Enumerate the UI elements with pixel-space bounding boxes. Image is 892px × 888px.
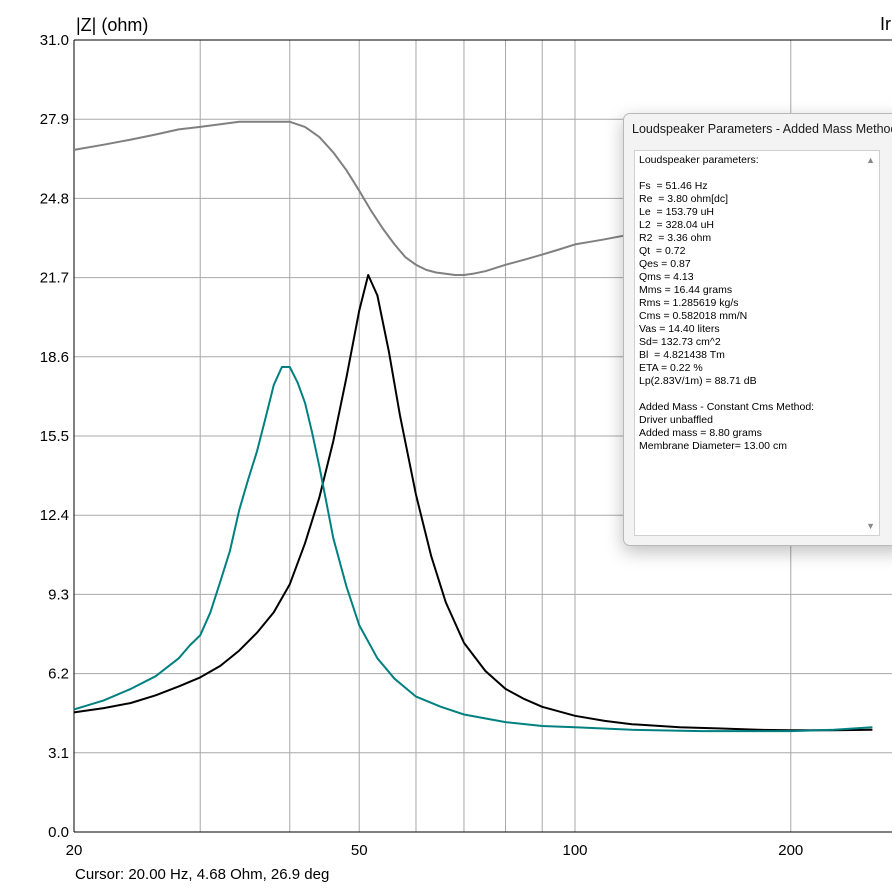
parameter-line: Rms = 1.285619 kg/s xyxy=(639,297,739,309)
loudspeaker-parameters-window[interactable]: Loudspeaker Parameters - Added Mass Meth… xyxy=(623,113,892,546)
parameter-line: Vas = 14.40 liters xyxy=(639,323,720,335)
parameter-line: Mms = 16.44 grams xyxy=(639,284,733,296)
parameter-line: Le = 153.79 uH xyxy=(639,206,715,218)
parameter-line: Qt = 0.72 xyxy=(639,245,686,257)
parameter-line: Sd= 132.73 cm^2 xyxy=(639,336,721,348)
y-tick-label: 31.0 xyxy=(40,32,69,49)
y-tick-label: 12.4 xyxy=(40,507,69,524)
parameter-line: Loudspeaker parameters: xyxy=(639,154,759,166)
parameter-line: Qms = 4.13 xyxy=(639,271,694,283)
y-tick-label: 6.2 xyxy=(48,666,69,683)
parameter-line: Driver unbaffled xyxy=(639,414,713,426)
parameter-line xyxy=(639,388,875,401)
cursor-readout: Cursor: 20.00 Hz, 4.68 Ohm, 26.9 deg xyxy=(75,866,330,883)
right-axis-label-fragment: Ir xyxy=(880,14,891,34)
scroll-down-arrow-icon[interactable]: ▼ xyxy=(866,521,875,531)
y-tick-label: 27.9 xyxy=(40,111,69,128)
y-tick-label: 15.5 xyxy=(40,428,69,445)
parameter-line: Re = 3.80 ohm[dc] xyxy=(639,193,729,205)
y-axis-title: |Z| (ohm) xyxy=(76,15,148,35)
x-tick-label: 200 xyxy=(778,842,803,859)
parameter-line: Bl = 4.821438 Tm xyxy=(639,349,725,361)
scroll-up-arrow-icon[interactable]: ▲ xyxy=(866,155,875,165)
x-tick-label: 50 xyxy=(351,842,368,859)
y-tick-label: 0.0 xyxy=(48,824,69,841)
parameter-line: Membrane Diameter= 13.00 cm xyxy=(639,440,787,452)
y-tick-label: 9.3 xyxy=(48,586,69,603)
parameter-line: Added Mass - Constant Cms Method: xyxy=(639,401,815,413)
parameter-line: Lp(2.83V/1m) = 88.71 dB xyxy=(639,375,757,387)
y-tick-label: 3.1 xyxy=(48,745,69,762)
y-tick-label: 18.6 xyxy=(40,349,69,366)
parameter-line: L2 = 328.04 uH xyxy=(639,219,715,231)
parameter-line: Qes = 0.87 xyxy=(639,258,691,270)
x-tick-label: 100 xyxy=(562,842,587,859)
y-tick-label: 24.8 xyxy=(40,190,69,207)
window-title: Loudspeaker Parameters - Added Mass Meth… xyxy=(632,122,892,136)
parameters-text-area[interactable]: ▲ ▼ Loudspeaker parameters: Fs = 51.46 Hz… xyxy=(634,150,880,536)
y-tick-label: 21.7 xyxy=(40,270,69,287)
parameter-line: R2 = 3.36 ohm xyxy=(639,232,712,244)
parameter-line xyxy=(639,167,875,180)
x-tick-label: 20 xyxy=(66,842,83,859)
parameter-line: Added mass = 8.80 grams xyxy=(639,427,762,439)
parameter-line: Fs = 51.46 Hz xyxy=(639,180,708,192)
parameter-line: Cms = 0.582018 mm/N xyxy=(639,310,748,322)
parameter-line: ETA = 0.22 % xyxy=(639,362,703,374)
